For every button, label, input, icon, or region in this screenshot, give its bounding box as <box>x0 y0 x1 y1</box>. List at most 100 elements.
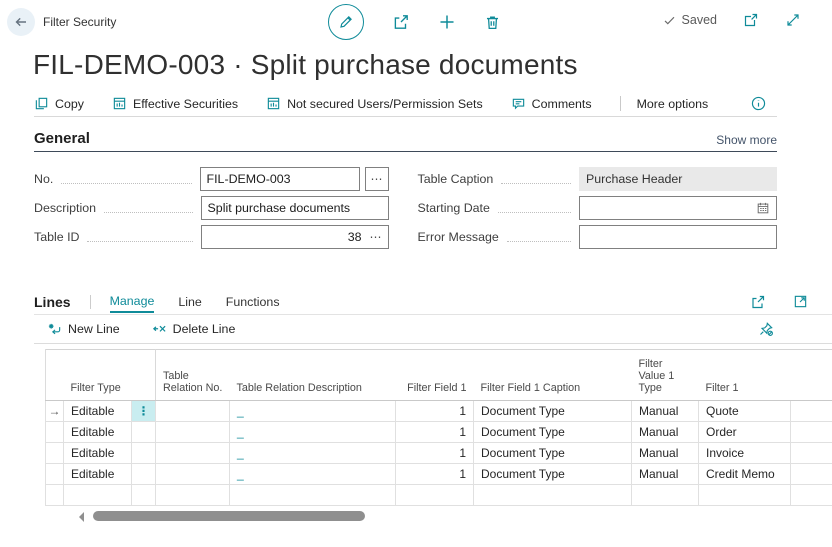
table-row: Editable _ 1 Document Type Manual Order <box>45 421 832 443</box>
pencil-icon <box>338 14 354 30</box>
no-input[interactable]: FIL-DEMO-003 <box>199 167 360 191</box>
row-options-header <box>131 349 156 401</box>
lines-header: Lines Manage Line Functions <box>34 289 832 315</box>
cell-filter-field-1[interactable]: 1 <box>395 463 474 485</box>
cell-table-relation-no[interactable] <box>155 463 230 485</box>
cell-filter-1[interactable]: Order <box>698 421 791 443</box>
share-icon[interactable] <box>750 294 766 310</box>
copy-label: Copy <box>55 96 84 111</box>
scroll-left-arrow[interactable] <box>79 512 84 522</box>
cell-filter-field-1[interactable]: 1 <box>395 400 474 422</box>
horizontal-scrollbar[interactable] <box>79 510 832 523</box>
new-button[interactable] <box>438 13 456 31</box>
cell-filter-field-1[interactable]: 1 <box>395 442 474 464</box>
row-options-button[interactable] <box>131 442 156 464</box>
cell-filter-value-1-type[interactable]: Manual <box>631 400 699 422</box>
cell-filter-field-1-caption[interactable]: Document Type <box>473 442 632 464</box>
starting-date-input[interactable] <box>579 196 777 220</box>
calendar-icon[interactable] <box>756 201 770 215</box>
open-in-new-window-icon[interactable] <box>743 12 759 28</box>
cell-table-relation-description[interactable]: _ <box>229 400 396 422</box>
edit-button[interactable] <box>328 4 364 40</box>
cell-filter-type[interactable]: Editable <box>63 442 132 464</box>
copy-button[interactable]: Copy <box>34 96 84 111</box>
column-header-filter-type[interactable]: Filter Type <box>63 349 132 401</box>
new-line-button[interactable]: New Line <box>47 322 120 337</box>
cell-table-relation-description[interactable]: _ <box>229 442 396 464</box>
column-header-extra <box>790 349 832 401</box>
effective-securities-button[interactable]: Effective Securities <box>112 96 238 111</box>
save-status-label: Saved <box>681 13 717 27</box>
cell-filter-1[interactable]: Invoice <box>698 442 791 464</box>
no-label: No. <box>34 172 54 186</box>
report-table-icon <box>266 96 281 111</box>
cell-filter-field-1[interactable]: 1 <box>395 421 474 443</box>
no-assist-edit-button[interactable]: ⋯ <box>364 167 389 191</box>
row-options-button[interactable] <box>131 463 156 485</box>
action-bar-divider <box>619 96 621 111</box>
field-table-id: Table ID 38 ⋯ <box>34 225 389 249</box>
tab-manage[interactable]: Manage <box>109 290 155 313</box>
column-header-filter-field-1[interactable]: Filter Field 1 <box>395 349 474 401</box>
cell-filter-field-1-caption[interactable]: Document Type <box>473 463 632 485</box>
row-options-button[interactable]: ⋮ <box>131 400 156 422</box>
tab-functions[interactable]: Functions <box>226 291 280 312</box>
cell-table-relation-no[interactable] <box>155 400 230 422</box>
column-header-table-relation-no[interactable]: Table Relation No. <box>155 349 230 401</box>
table-caption-label: Table Caption <box>417 172 494 186</box>
lines-toolbar: New Line Delete Line <box>34 315 832 344</box>
cell-filter-1[interactable]: Quote <box>698 400 791 422</box>
share-button[interactable] <box>392 13 410 31</box>
cell-extra <box>790 421 832 443</box>
table-id-assist-edit[interactable]: ⋯ <box>370 230 382 244</box>
field-starting-date: Starting Date <box>418 196 777 220</box>
filter-security-page: Filter Security Saved FIL-DEMO-003 · Spl… <box>0 0 832 523</box>
row-options-button[interactable] <box>131 421 156 443</box>
info-icon[interactable] <box>750 95 767 112</box>
back-arrow-icon <box>13 14 29 30</box>
delete-button[interactable] <box>484 14 501 31</box>
expand-grid-icon[interactable] <box>793 294 808 309</box>
cell-filter-type[interactable]: Editable <box>63 463 132 485</box>
table-row-empty <box>45 484 832 506</box>
cell-filter-value-1-type[interactable]: Manual <box>631 421 699 443</box>
show-more-link[interactable]: Show more <box>716 133 777 147</box>
cell-filter-value-1-type[interactable]: Manual <box>631 442 699 464</box>
error-message-label: Error Message <box>417 230 499 244</box>
pin-icon[interactable] <box>758 321 774 337</box>
column-header-table-relation-description[interactable]: Table Relation Description <box>229 349 396 401</box>
back-button[interactable] <box>7 8 35 36</box>
cell-filter-type[interactable]: Editable <box>63 421 132 443</box>
cell-filter-field-1-caption[interactable]: Document Type <box>473 421 632 443</box>
field-no: No. FIL-DEMO-003 ⋯ <box>34 167 389 191</box>
cell-table-relation-description[interactable]: _ <box>229 463 396 485</box>
not-secured-users-button[interactable]: Not secured Users/Permission Sets <box>266 96 483 111</box>
cell-table-relation-no[interactable] <box>155 421 230 443</box>
description-input[interactable]: Split purchase documents <box>200 196 389 220</box>
delete-line-icon <box>152 322 167 337</box>
column-header-filter-1[interactable]: Filter 1 <box>698 349 791 401</box>
cell-filter-type[interactable]: Editable <box>63 400 132 422</box>
field-table-caption: Table Caption Purchase Header <box>418 167 777 191</box>
table-id-label: Table ID <box>34 230 80 244</box>
tab-line[interactable]: Line <box>178 291 201 312</box>
page-actions <box>328 4 501 40</box>
column-header-filter-field-1-caption[interactable]: Filter Field 1 Caption <box>473 349 632 401</box>
more-options-button[interactable]: More options <box>637 97 709 111</box>
cell-filter-field-1-caption[interactable]: Document Type <box>473 400 632 422</box>
new-line-icon <box>47 322 62 337</box>
table-row: Editable _ 1 Document Type Manual Invoic… <box>45 442 832 464</box>
resize-icon[interactable] <box>785 12 801 28</box>
scrollbar-thumb[interactable] <box>93 511 365 521</box>
cell-filter-value-1-type[interactable]: Manual <box>631 463 699 485</box>
cell-table-relation-no[interactable] <box>155 442 230 464</box>
table-id-input[interactable]: 38 ⋯ <box>200 225 389 249</box>
comments-button[interactable]: Comments <box>511 96 592 111</box>
cell-table-relation-description[interactable]: _ <box>229 421 396 443</box>
column-header-filter-value-1-type[interactable]: Filter Value 1 Type <box>631 349 699 401</box>
cell-extra <box>790 442 832 464</box>
cell-filter-1[interactable]: Credit Memo <box>698 463 791 485</box>
error-message-input[interactable] <box>579 225 777 249</box>
delete-line-button[interactable]: Delete Line <box>152 322 235 337</box>
general-heading: General <box>34 130 90 147</box>
